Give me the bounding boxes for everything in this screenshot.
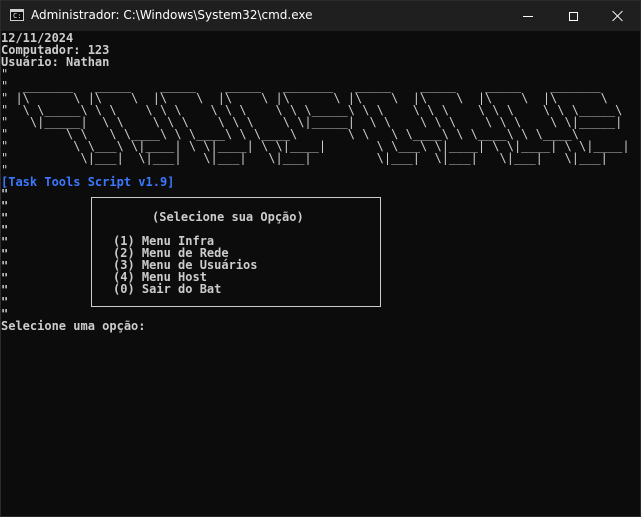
maximize-icon <box>568 11 578 21</box>
close-icon <box>612 10 624 22</box>
minimize-icon <box>523 15 533 17</box>
selection-prompt[interactable]: Selecione uma opção: <box>1 320 146 332</box>
maximize-button[interactable] <box>550 1 596 31</box>
script-title: [Task Tools Script v1.9] <box>1 175 175 189</box>
window-title: Administrador: C:\Windows\System32\cmd.e… <box>31 8 313 22</box>
menu-option: (0) Sair do Bat <box>113 282 222 296</box>
cmd-icon: C: <box>10 9 24 21</box>
close-button[interactable] <box>595 1 641 31</box>
menu-header: (Selecione sua Opção) <box>152 210 304 224</box>
user-line: Usuário: Nathan <box>1 55 110 69</box>
title-bar[interactable]: C: Administrador: C:\Windows\System32\cm… <box>1 1 640 31</box>
cmd-window: C: Administrador: C:\Windows\System32\cm… <box>0 0 641 517</box>
minimize-button[interactable] <box>505 1 551 31</box>
console-output[interactable]: 12/11/2024 Computador: 123 Usuário: Nath… <box>1 32 640 516</box>
ascii-line: " \|___| \|___| \|___| \|___| \|___| \|_… <box>1 151 608 165</box>
